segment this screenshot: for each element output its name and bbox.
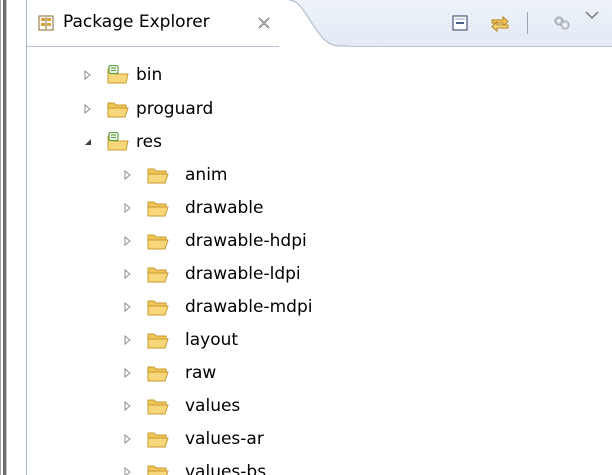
folder-icon [147,267,169,283]
view-header: Package Explorer [27,0,612,47]
tree-item-res[interactable]: res [27,126,612,158]
folder-icon [147,432,169,448]
chevron-right-icon[interactable] [123,269,133,279]
chevron-right-icon[interactable] [123,203,133,213]
toolbar-separator [527,12,528,34]
chevron-right-icon[interactable] [123,401,133,411]
chevron-right-icon[interactable] [123,302,133,312]
chevron-right-icon[interactable] [123,434,133,444]
chevron-right-icon[interactable] [123,467,133,475]
folder-icon [147,366,169,382]
source-folder-icon [107,65,129,84]
tree-item-values-bs[interactable]: values-bs [27,456,612,475]
tree-item-drawable-mdpi[interactable]: drawable-mdpi [27,291,612,323]
tree-item-label: anim [185,165,228,185]
chevron-down-icon[interactable] [581,4,603,26]
tree-item-label: values-ar [185,429,264,449]
chevron-right-icon[interactable] [123,236,133,246]
tree-item-bin[interactable]: bin [27,59,612,91]
folder-icon [147,465,169,475]
chevron-expanded-icon[interactable] [83,137,93,147]
view-title: Package Explorer [63,12,210,32]
tree-item-values-ar[interactable]: values-ar [27,423,612,455]
tree-item-values[interactable]: values [27,390,612,422]
package-explorer-view: Package Explorer bin proguard res anim d… [26,0,612,475]
folder-icon [107,102,129,118]
tree-item-label: drawable-ldpi [185,264,301,284]
collapse-all-icon[interactable] [449,12,471,34]
tree-item-label: drawable [185,198,264,218]
tree-item-drawable[interactable]: drawable [27,192,612,224]
folder-icon [147,300,169,316]
tree-item-label: proguard [136,99,214,119]
link-with-editor-icon[interactable] [489,12,511,34]
tree-item-label: drawable-mdpi [185,297,313,317]
tree-item-label: layout [185,330,239,350]
folder-icon [147,399,169,415]
chevron-right-icon[interactable] [83,104,93,114]
tree-item-drawable-ldpi[interactable]: drawable-ldpi [27,258,612,290]
tree-item-label: raw [185,363,217,383]
folder-icon [147,201,169,217]
tree-item-anim[interactable]: anim [27,159,612,191]
tree-item-label: values [185,396,241,416]
chevron-right-icon[interactable] [83,70,93,80]
tree-item-label: drawable-hdpi [185,231,307,251]
tree-item-label: res [136,132,162,152]
chevron-right-icon[interactable] [123,368,133,378]
tab-curve [279,0,349,47]
folder-icon [147,234,169,250]
sash-handle[interactable] [0,0,8,475]
chevron-right-icon[interactable] [123,170,133,180]
gear-icon[interactable] [551,12,573,34]
chevron-right-icon[interactable] [123,335,133,345]
tree-item-layout[interactable]: layout [27,324,612,356]
tree-item-drawable-hdpi[interactable]: drawable-hdpi [27,225,612,257]
tree-item-label: values-bs [185,462,267,475]
folder-icon [147,333,169,349]
folder-icon [147,168,169,184]
package-explorer-tab[interactable]: Package Explorer [27,0,289,46]
tree-item-proguard[interactable]: proguard [27,93,612,125]
close-x-icon[interactable] [255,14,273,32]
package-explorer-icon [38,15,54,31]
source-folder-icon [107,132,129,151]
tree-item-label: bin [136,65,163,85]
tree-item-raw[interactable]: raw [27,357,612,389]
